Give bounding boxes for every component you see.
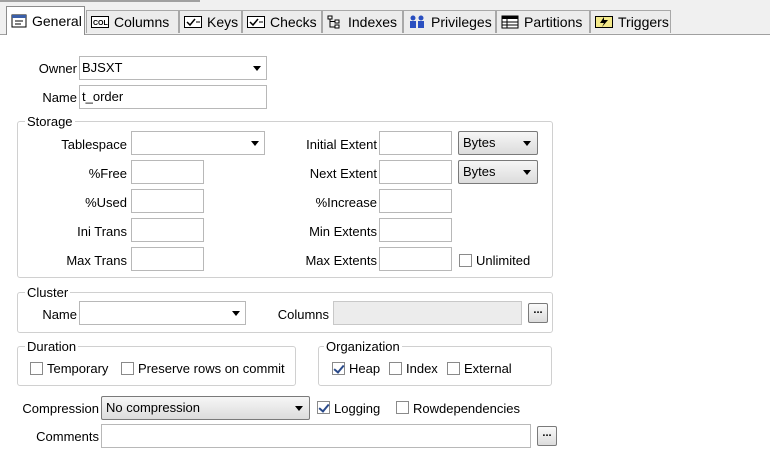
used-label: %Used	[85, 195, 127, 210]
general-icon	[11, 14, 27, 28]
comments-browse-button[interactable]: ...	[537, 426, 557, 446]
tab-label: Triggers	[618, 14, 669, 30]
tab-label: Partitions	[524, 14, 583, 30]
tab-label: Keys	[207, 14, 239, 30]
organization-title: Organization	[324, 339, 402, 354]
free-input[interactable]	[131, 160, 204, 184]
tab-triggers[interactable]: Triggers	[590, 10, 671, 33]
preserve-rows-checkbox[interactable]	[121, 362, 134, 375]
cluster-columns-input[interactable]	[333, 301, 522, 325]
owner-value: BJSXT	[82, 60, 123, 75]
rowdependencies-label: Rowdependencies	[413, 401, 520, 416]
tab-partitions[interactable]: Partitions	[496, 10, 590, 33]
tab-bar: General COL Columns Keys Checks Indexes …	[0, 0, 770, 35]
table-name-input[interactable]: t_order	[79, 85, 267, 109]
cluster-columns-browse-button[interactable]: ...	[528, 303, 548, 323]
tab-label: Indexes	[348, 14, 398, 30]
index-label: Index	[406, 361, 438, 376]
next-extent-label: Next Extent	[309, 166, 377, 181]
tab-label: Columns	[114, 14, 170, 30]
heap-checkbox[interactable]	[332, 362, 345, 375]
chevron-down-icon	[251, 141, 259, 146]
ini-trans-label: Ini Trans	[77, 224, 127, 239]
initial-extent-input[interactable]	[379, 131, 452, 155]
cluster-name-label: Name	[42, 307, 77, 322]
tablespace-label: Tablespace	[61, 137, 127, 152]
unlimited-label: Unlimited	[476, 253, 531, 268]
tab-strip-top-border	[0, 0, 200, 2]
columns-icon: COL	[91, 16, 109, 28]
triggers-icon	[595, 16, 613, 28]
next-extent-input[interactable]	[379, 160, 452, 184]
initial-extent-unit-value: Bytes	[463, 135, 496, 150]
preserve-rows-label: Preserve rows on commit	[138, 361, 285, 376]
temporary-label: Temporary	[47, 361, 109, 376]
owner-label: Owner	[38, 61, 77, 76]
free-label: %Free	[88, 166, 127, 181]
tab-indexes[interactable]: Indexes	[322, 10, 403, 33]
ini-trans-input[interactable]	[131, 218, 204, 242]
rowdependencies-checkbox[interactable]	[396, 401, 409, 414]
heap-label: Heap	[349, 361, 381, 376]
tab-label: General	[32, 13, 82, 29]
indexes-icon	[327, 15, 340, 29]
increase-input[interactable]	[379, 189, 452, 213]
max-extents-input[interactable]	[379, 247, 452, 271]
tab-columns[interactable]: COL Columns	[86, 10, 179, 33]
tab-privileges[interactable]: Privileges	[403, 10, 496, 33]
chevron-down-icon	[253, 66, 261, 71]
chevron-down-icon	[523, 170, 531, 175]
storage-title: Storage	[25, 114, 75, 129]
svg-text:COL: COL	[93, 20, 109, 27]
checks-icon	[247, 16, 265, 28]
compression-select[interactable]: No compression	[101, 396, 310, 420]
logging-checkbox[interactable]	[317, 401, 330, 414]
tab-keys[interactable]: Keys	[179, 10, 242, 33]
cluster-title: Cluster	[25, 285, 71, 300]
next-extent-unit-value: Bytes	[463, 164, 496, 179]
keys-icon	[184, 16, 202, 28]
max-trans-label: Max Trans	[66, 253, 127, 268]
next-extent-unit-select[interactable]: Bytes	[458, 160, 538, 184]
logging-label: Logging	[334, 401, 381, 416]
max-extents-label: Max Extents	[305, 253, 377, 268]
chevron-down-icon	[523, 141, 531, 146]
unlimited-checkbox[interactable]	[459, 254, 472, 267]
chevron-down-icon	[295, 406, 303, 411]
initial-extent-unit-select[interactable]: Bytes	[458, 131, 538, 155]
used-input[interactable]	[131, 189, 204, 213]
name-label: Name	[42, 90, 77, 105]
partitions-icon	[501, 15, 519, 29]
duration-title: Duration	[25, 339, 79, 354]
tab-label: Checks	[270, 14, 317, 30]
chevron-down-icon	[232, 311, 240, 316]
compression-value: No compression	[106, 400, 200, 415]
external-label: External	[464, 361, 512, 376]
cluster-columns-label: Columns	[277, 307, 329, 322]
min-extents-input[interactable]	[379, 218, 452, 242]
tab-label: Privileges	[431, 14, 492, 30]
temporary-checkbox[interactable]	[30, 362, 43, 375]
max-trans-input[interactable]	[131, 247, 204, 271]
tab-checks[interactable]: Checks	[242, 10, 322, 33]
tablespace-select[interactable]	[131, 131, 265, 155]
cluster-name-select[interactable]	[79, 301, 246, 325]
external-checkbox[interactable]	[447, 362, 460, 375]
tab-general[interactable]: General	[6, 6, 85, 35]
comments-input[interactable]	[101, 424, 531, 448]
owner-select[interactable]: BJSXT	[79, 56, 267, 80]
min-extents-label: Min Extents	[309, 224, 377, 239]
comments-label: Comments	[36, 429, 99, 444]
privileges-icon	[410, 15, 424, 28]
index-checkbox[interactable]	[389, 362, 402, 375]
increase-label: %Increase	[315, 195, 377, 210]
initial-extent-label: Initial Extent	[306, 137, 377, 152]
compression-label: Compression	[22, 401, 99, 416]
